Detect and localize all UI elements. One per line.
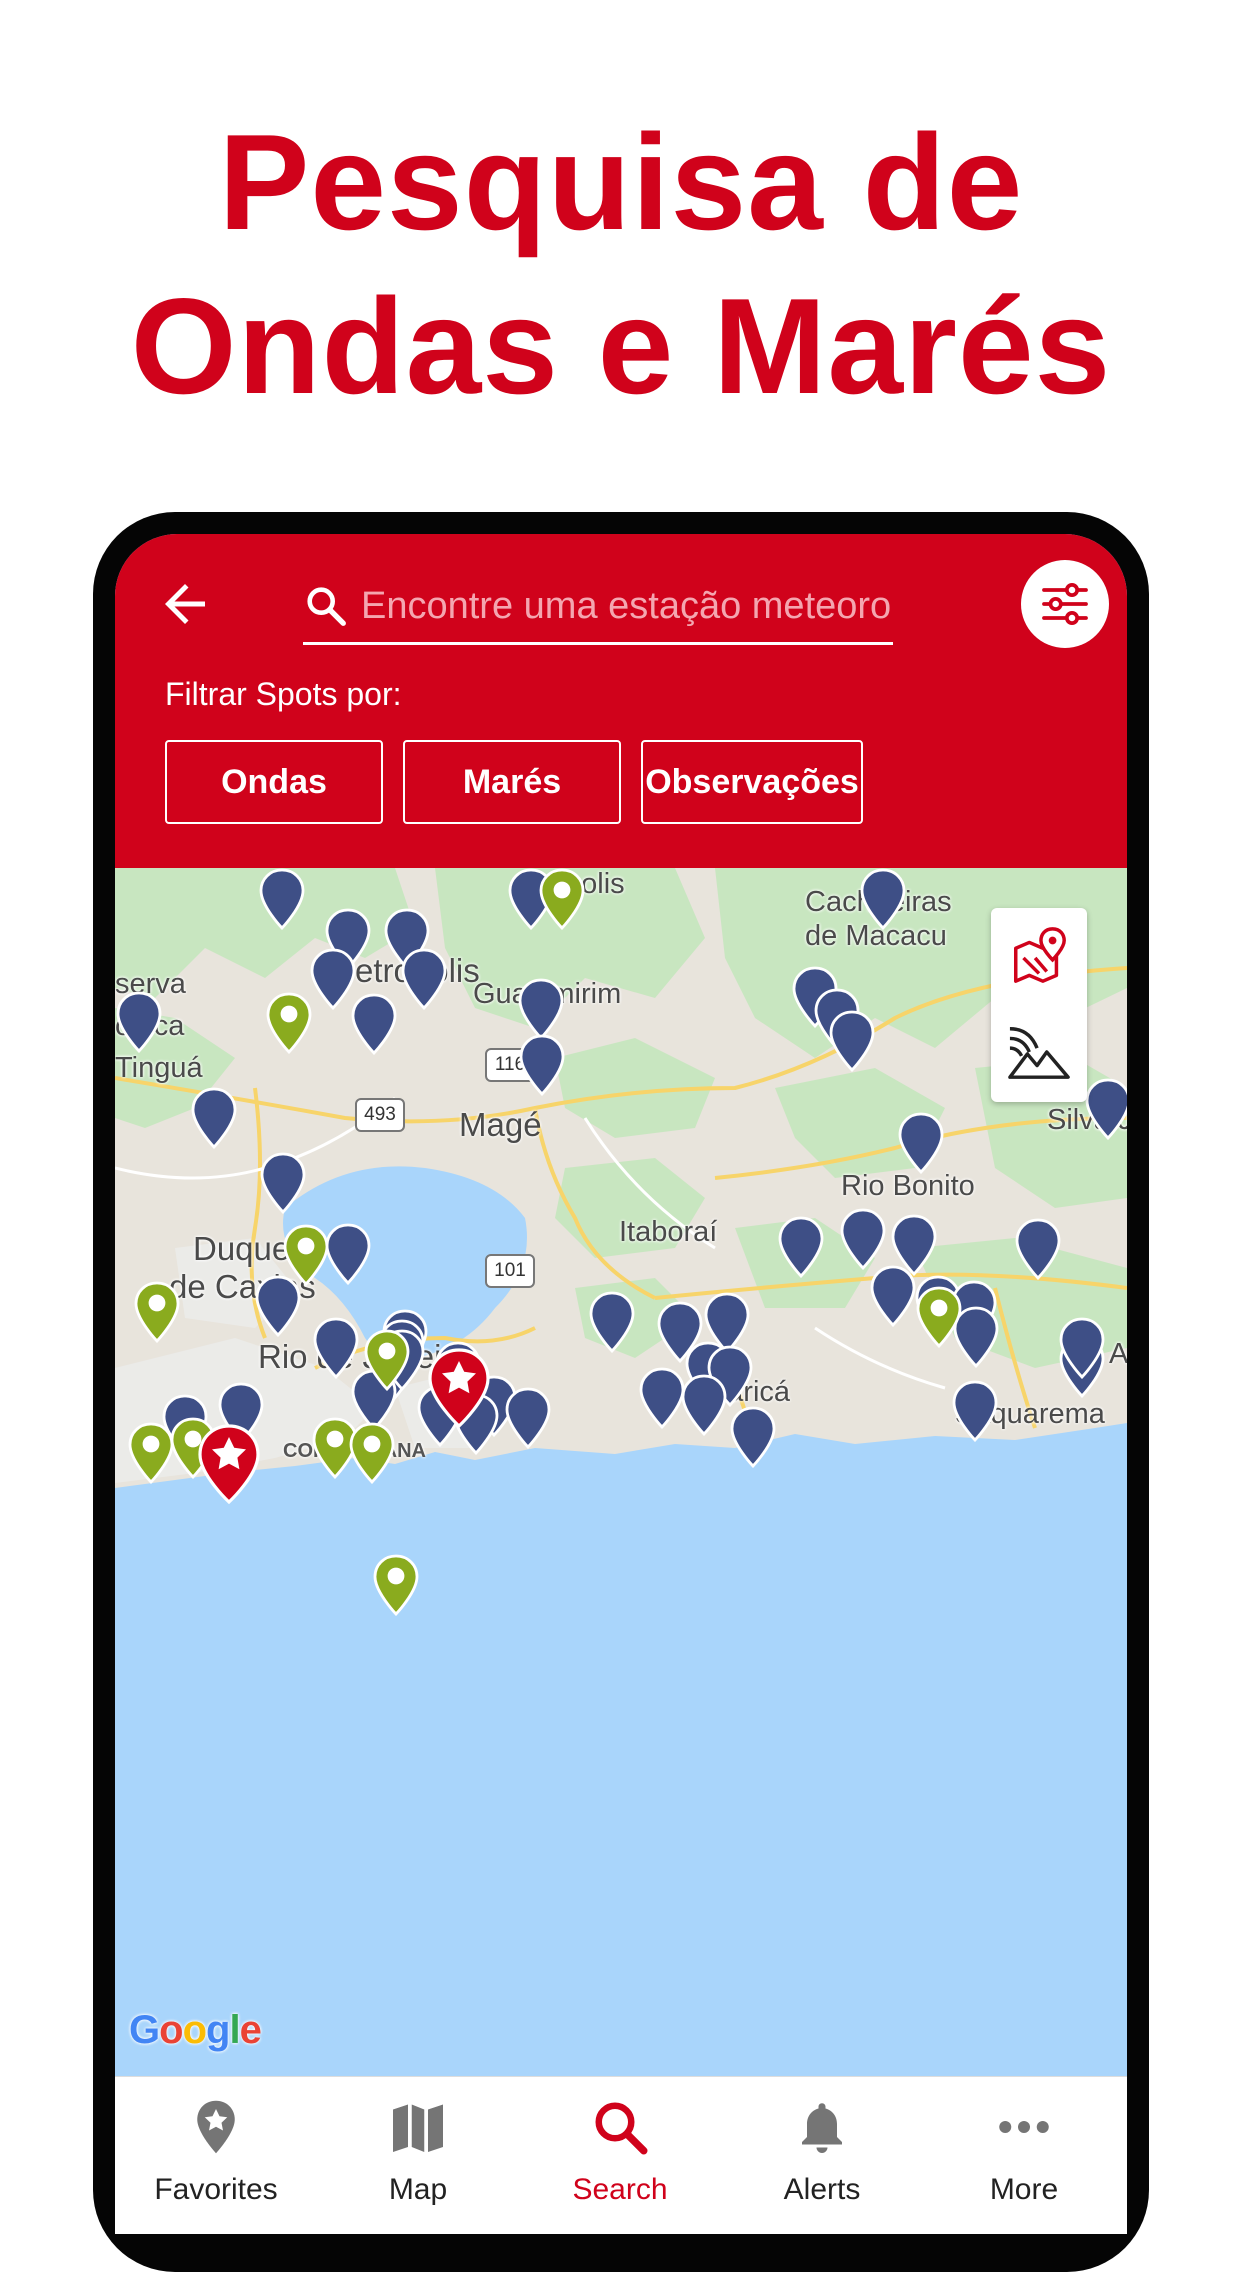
map-label-mage: Magé (459, 1106, 542, 1143)
spot-pin-wave[interactable] (897, 1112, 945, 1174)
spot-pin-wave[interactable] (839, 1208, 887, 1270)
highway-shield-101: 101 (485, 1254, 535, 1288)
spot-pin-wave[interactable] (190, 1087, 238, 1149)
filter-chip-mares[interactable]: Marés (403, 740, 621, 824)
search-input[interactable] (361, 584, 893, 628)
spot-pin-wave[interactable] (259, 1152, 307, 1214)
map-label-duque: Duque (193, 1230, 291, 1267)
spot-pin-wave[interactable] (400, 948, 448, 1010)
spot-pin-wave[interactable] (504, 1387, 552, 1449)
spot-pin-tide[interactable] (282, 1224, 330, 1286)
promo-headline: Pesquisa de Ondas e Marés (0, 100, 1242, 428)
nav-item-map[interactable]: Map (317, 2077, 519, 2234)
spot-pin-wave[interactable] (680, 1374, 728, 1436)
nav-label-favorites: Favorites (154, 2173, 278, 2206)
spot-pin-tide[interactable] (127, 1422, 175, 1484)
google-attribution: Google (129, 2008, 262, 2052)
spot-pin-wave[interactable] (828, 1010, 876, 1072)
map-tools-panel (991, 908, 1087, 1102)
spot-pin-wave[interactable] (1084, 1078, 1127, 1140)
spot-pin-wave[interactable] (350, 993, 398, 1055)
map-pin-icon (1014, 927, 1066, 983)
spot-map-button[interactable] (999, 916, 1079, 996)
spot-pin-tide[interactable] (915, 1286, 963, 1348)
filter-settings-button[interactable] (1021, 560, 1109, 648)
spot-pin-wave[interactable] (951, 1380, 999, 1442)
search-icon (307, 587, 346, 626)
more-dots-icon (999, 2121, 1049, 2133)
spot-pin-wave[interactable] (517, 978, 565, 1040)
map-label-a: A (1109, 1338, 1127, 1370)
headline-line-2: Ondas e Marés (130, 270, 1112, 422)
spot-pin-tide[interactable] (363, 1329, 411, 1391)
filter-chip-ondas[interactable]: Ondas (165, 740, 383, 824)
nav-label-alerts: Alerts (783, 2173, 861, 2206)
spot-pin-wave[interactable] (777, 1216, 825, 1278)
sliders-icon (1042, 582, 1088, 626)
filter-spots-label: Filtrar Spots por: (165, 676, 402, 712)
map-label-rio-bonito: Rio Bonito (841, 1170, 975, 1202)
bell-icon (802, 2103, 842, 2153)
nav-label-search: Search (572, 2173, 668, 2206)
spot-pin-wave[interactable] (258, 868, 306, 930)
map-label-itaborai: Itaboraí (619, 1216, 718, 1248)
back-button[interactable] (155, 574, 215, 634)
favorite-spot-pin[interactable] (427, 1348, 491, 1428)
spot-pin-wave[interactable] (869, 1265, 917, 1327)
spot-pin-wave[interactable] (729, 1406, 777, 1468)
map-view[interactable]: polis Cachoeiras de Macacu Petrópolis se… (115, 868, 1127, 2076)
spot-pin-tide[interactable] (348, 1422, 396, 1484)
phone-screen: Filtrar Spots por: Ondas Marés Observaçõ… (115, 534, 1127, 2234)
arrow-left-icon (165, 584, 205, 624)
nav-label-map: Map (388, 2173, 448, 2206)
favorite-spot-pin[interactable] (197, 1424, 261, 1504)
spot-pin-tide[interactable] (265, 992, 313, 1054)
nav-item-more[interactable]: More (923, 2077, 1125, 2234)
spot-pin-tide[interactable] (372, 1554, 420, 1616)
spot-pin-wave[interactable] (1014, 1218, 1062, 1280)
spot-pin-wave[interactable] (115, 991, 163, 1053)
headline-line-1: Pesquisa de (218, 106, 1024, 258)
filter-chip-observacoes[interactable]: Observações (641, 740, 863, 824)
nav-item-search[interactable]: Search (519, 2077, 721, 2234)
radar-terrain-icon (1008, 1027, 1070, 1079)
spot-pin-tide[interactable] (538, 868, 586, 930)
bottom-navigation: Favorites Map Search Alerts More (115, 2076, 1127, 2234)
spot-pin-wave[interactable] (638, 1367, 686, 1429)
app-header: Filtrar Spots por: Ondas Marés Observaçõ… (115, 534, 1127, 868)
spot-pin-tide[interactable] (133, 1281, 181, 1343)
spot-pin-wave[interactable] (588, 1291, 636, 1353)
spot-pin-wave[interactable] (518, 1034, 566, 1096)
nav-item-favorites[interactable]: Favorites (115, 2077, 317, 2234)
spot-pin-wave[interactable] (1058, 1317, 1106, 1379)
favorite-pin-icon (197, 2100, 235, 2154)
radar-terrain-button[interactable] (999, 1012, 1079, 1092)
map-label-tingua: Tinguá (115, 1052, 203, 1084)
spot-pin-wave[interactable] (859, 868, 907, 930)
spot-pin-wave[interactable] (324, 1223, 372, 1285)
highway-shield-493: 493 (355, 1098, 405, 1132)
nav-label-more: More (989, 2173, 1059, 2206)
nav-item-alerts[interactable]: Alerts (721, 2077, 923, 2234)
search-bar[interactable] (303, 570, 893, 645)
search-icon (595, 2102, 648, 2155)
map-icon (393, 2104, 443, 2152)
